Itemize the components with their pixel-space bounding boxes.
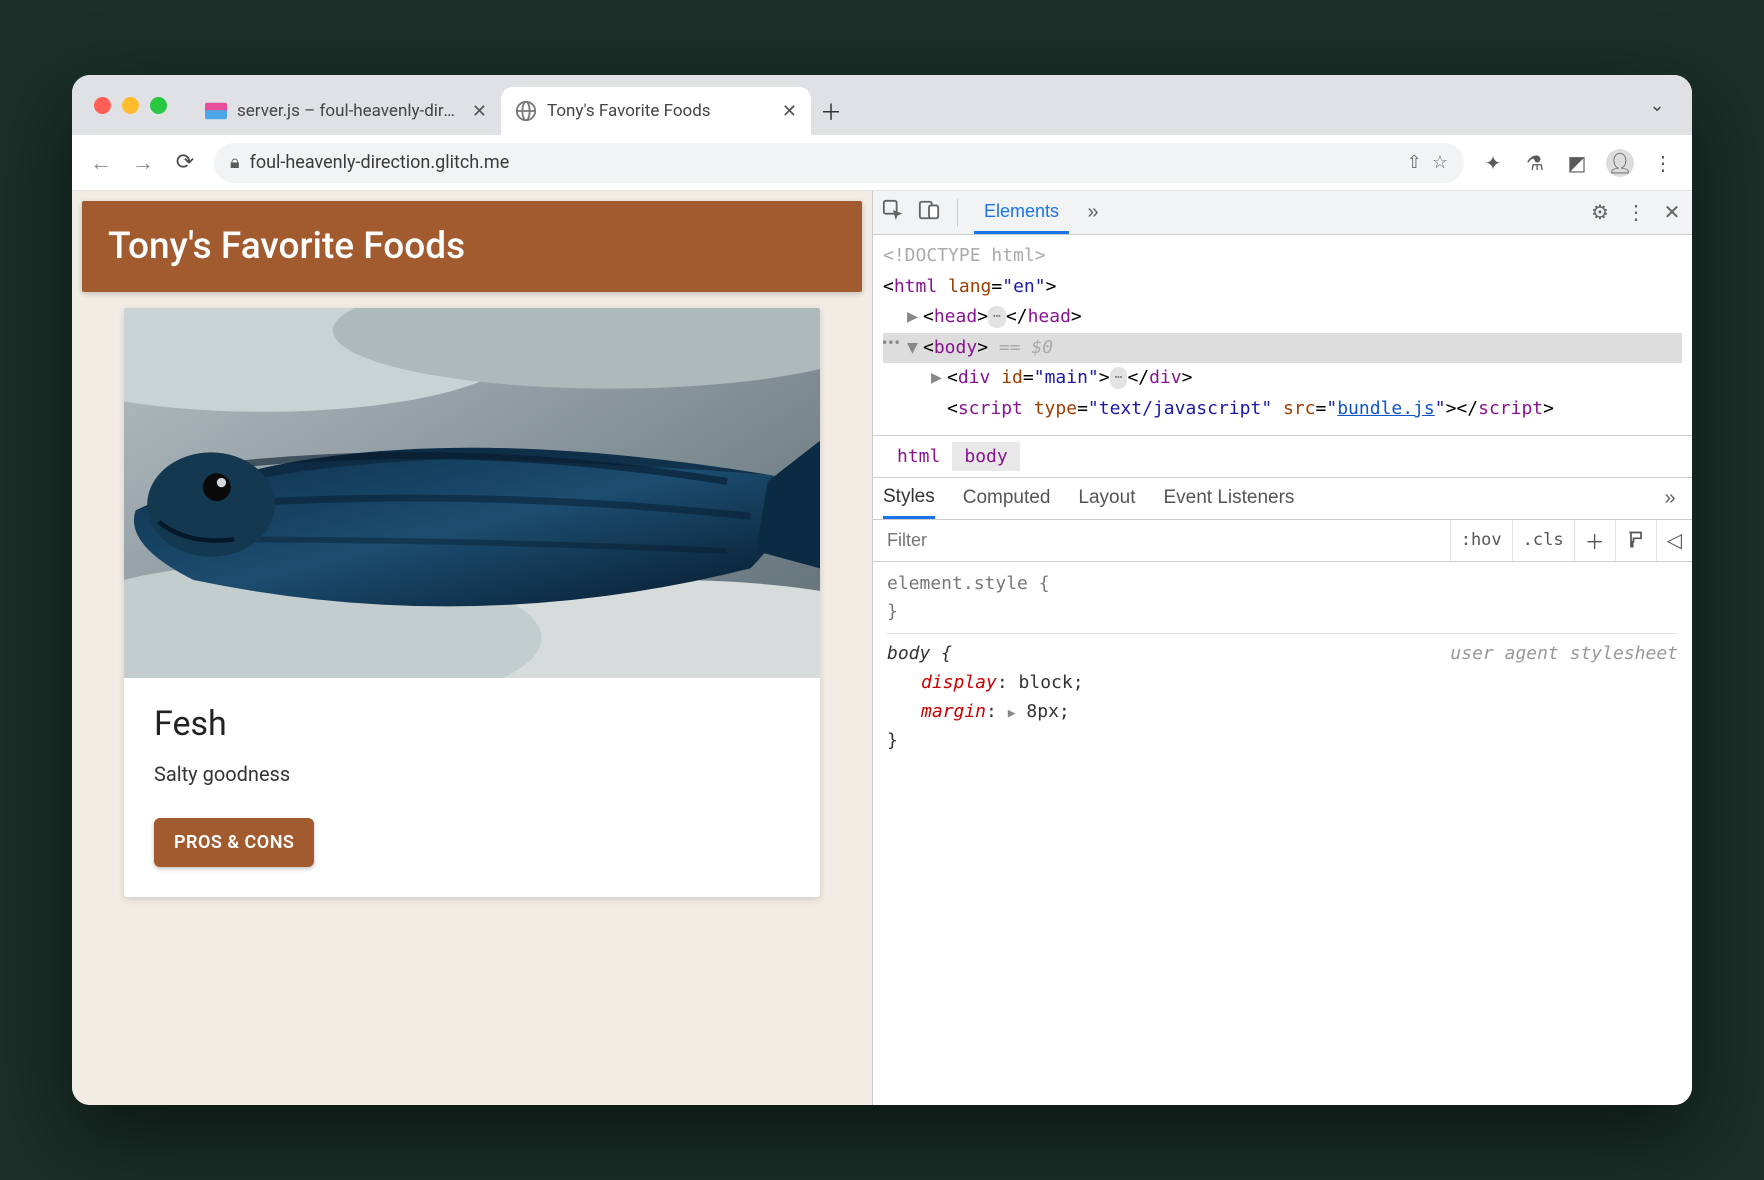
page-title: Tony's Favorite Foods xyxy=(82,201,862,292)
computed-toggle-icon[interactable]: ◁ xyxy=(1656,520,1692,561)
styles-sidebar-tabs: Styles Computed Layout Event Listeners » xyxy=(873,478,1692,520)
web-page: Tony's Favorite Foods xyxy=(72,191,872,1105)
forward-button[interactable]: → xyxy=(130,150,156,176)
menu-icon[interactable]: ⋮ xyxy=(1650,151,1676,175)
bundle-js-link[interactable]: bundle.js xyxy=(1337,398,1435,419)
device-toggle-icon[interactable] xyxy=(917,199,941,227)
reload-button[interactable]: ⟳ xyxy=(172,150,198,175)
breadcrumb-body[interactable]: body xyxy=(952,442,1019,471)
layout-tab[interactable]: Layout xyxy=(1078,487,1135,509)
cls-toggle[interactable]: .cls xyxy=(1512,520,1574,561)
more-tabs-icon[interactable]: » xyxy=(1081,201,1105,224)
body-rule: user agent stylesheet body { display: bl… xyxy=(887,633,1678,755)
lock-icon: 🔒︎ xyxy=(230,152,240,173)
content-area: Tony's Favorite Foods xyxy=(72,191,1692,1105)
glitch-favicon-icon xyxy=(205,100,227,122)
event-listeners-tab[interactable]: Event Listeners xyxy=(1163,487,1294,509)
elements-tab[interactable]: Elements xyxy=(974,191,1069,234)
styles-tab[interactable]: Styles xyxy=(883,478,935,519)
traffic-lights xyxy=(94,97,167,114)
tab-title: server.js – foul-heavenly-direct xyxy=(237,101,462,121)
devtools-toolbar: Elements » ⚙︎ ⋮ ✕ xyxy=(873,191,1692,235)
element-style-rule: element.style { xyxy=(887,570,1678,599)
styles-filter-input[interactable] xyxy=(873,530,1450,551)
devtools-menu-icon[interactable]: ⋮ xyxy=(1624,200,1648,225)
more-styles-tabs-icon[interactable]: » xyxy=(1658,487,1682,510)
tab-tonys-foods[interactable]: Tony's Favorite Foods ✕ xyxy=(501,87,811,135)
sidepanel-icon[interactable]: ◩ xyxy=(1564,151,1590,175)
inspect-icon[interactable] xyxy=(881,199,905,227)
devtools-panel: Elements » ⚙︎ ⋮ ✕ <!DOCTYPE html> <html … xyxy=(872,191,1692,1105)
close-tab-icon[interactable]: ✕ xyxy=(472,101,487,122)
address-bar: ← → ⟳ 🔒︎ foul-heavenly-direction.glitch.… xyxy=(72,135,1692,191)
paint-icon[interactable] xyxy=(1615,520,1656,561)
card-subtitle: Salty goodness xyxy=(154,762,790,786)
breadcrumb-html[interactable]: html xyxy=(885,442,952,471)
extensions-icon[interactable]: ✦ xyxy=(1480,151,1506,175)
profile-icon[interactable]: 👤︎ xyxy=(1606,149,1634,177)
close-window-button[interactable] xyxy=(94,97,111,114)
omnibox[interactable]: 🔒︎ foul-heavenly-direction.glitch.me ⇧︎ … xyxy=(214,143,1464,183)
doctype: <!DOCTYPE html> xyxy=(883,245,1046,266)
new-tab-button[interactable]: ＋ xyxy=(811,87,851,135)
new-style-rule-icon[interactable]: ＋ xyxy=(1574,520,1615,561)
settings-gear-icon[interactable]: ⚙︎ xyxy=(1588,200,1612,225)
browser-window: server.js – foul-heavenly-direct ✕ Tony'… xyxy=(72,75,1692,1105)
hov-toggle[interactable]: :hov xyxy=(1450,520,1512,561)
dom-breadcrumb: html body xyxy=(873,435,1692,478)
dom-tree[interactable]: <!DOCTYPE html> <html lang="en"> ▶<head>… xyxy=(873,235,1692,435)
tab-title: Tony's Favorite Foods xyxy=(547,101,772,121)
minimize-window-button[interactable] xyxy=(122,97,139,114)
tab-glitch-editor[interactable]: server.js – foul-heavenly-direct ✕ xyxy=(191,87,501,135)
pros-cons-button[interactable]: PROS & CONS xyxy=(154,818,314,867)
computed-tab[interactable]: Computed xyxy=(963,487,1051,509)
card-title: Fesh xyxy=(154,704,790,744)
styles-rules[interactable]: element.style { } user agent stylesheet … xyxy=(873,562,1692,764)
back-button[interactable]: ← xyxy=(88,150,114,176)
card-body: Fesh Salty goodness PROS & CONS xyxy=(124,678,820,897)
selected-body-node[interactable]: ▼<body> == $0 xyxy=(883,333,1682,364)
close-tab-icon[interactable]: ✕ xyxy=(782,101,797,122)
star-icon[interactable]: ☆ xyxy=(1432,152,1448,173)
globe-favicon-icon xyxy=(515,100,537,122)
tab-strip: server.js – foul-heavenly-direct ✕ Tony'… xyxy=(72,75,1692,135)
card-image xyxy=(124,308,820,678)
labs-icon[interactable]: ⚗︎ xyxy=(1522,151,1548,175)
food-card: Fesh Salty goodness PROS & CONS xyxy=(124,308,820,897)
share-icon[interactable]: ⇧︎ xyxy=(1407,152,1422,173)
tab-dropdown-icon[interactable]: ⌄ xyxy=(1640,95,1674,116)
close-devtools-icon[interactable]: ✕ xyxy=(1660,200,1684,225)
rule-source: user agent stylesheet xyxy=(1450,640,1678,669)
maximize-window-button[interactable] xyxy=(150,97,167,114)
url-text: foul-heavenly-direction.glitch.me xyxy=(250,152,1397,173)
styles-filter-bar: :hov .cls ＋ ◁ xyxy=(873,520,1692,562)
